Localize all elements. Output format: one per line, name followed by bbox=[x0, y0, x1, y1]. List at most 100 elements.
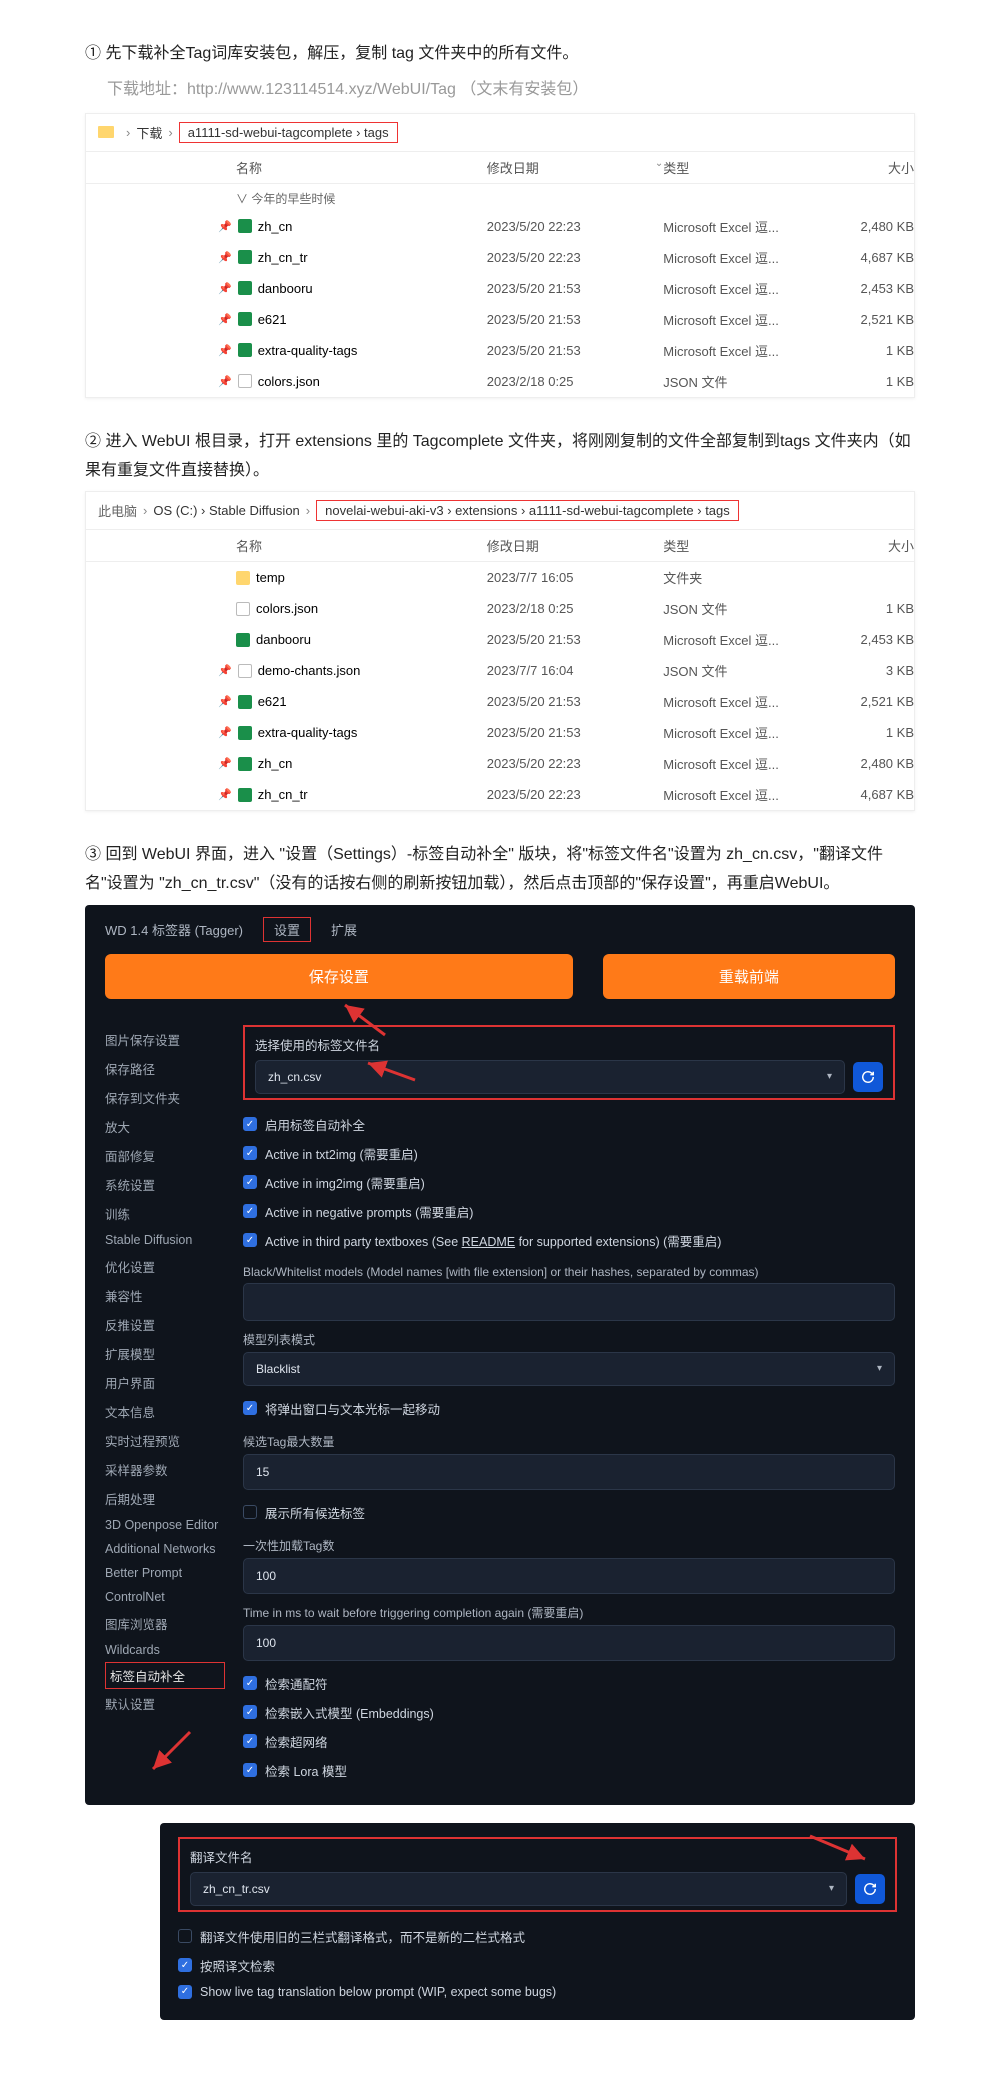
file-icon bbox=[238, 788, 252, 802]
refresh-button[interactable] bbox=[853, 1062, 883, 1092]
table-row[interactable]: 📌zh_cn_tr2023/5/20 22:23Microsoft Excel … bbox=[86, 779, 914, 810]
sidebar-item[interactable]: 采样器参数 bbox=[105, 1455, 225, 1484]
table-row[interactable]: 📌colors.json2023/2/18 0:25JSON 文件1 KB bbox=[86, 366, 914, 397]
sidebar-item[interactable]: Wildcards bbox=[105, 1638, 225, 1662]
checkbox-row[interactable]: 展示所有候选标签 bbox=[243, 1498, 895, 1527]
checkbox-row[interactable]: ✓Active in txt2img (需要重启) bbox=[243, 1139, 895, 1168]
checkbox-row[interactable]: ✓ 将弹出窗口与文本光标一起移动 bbox=[243, 1394, 895, 1423]
modellist-dropdown[interactable]: Blacklist ▾ bbox=[243, 1352, 895, 1386]
checkbox-row[interactable]: ✓ Active in third party textboxes (See R… bbox=[243, 1226, 895, 1255]
file-icon bbox=[238, 219, 252, 233]
crumb-left[interactable]: 下载 bbox=[136, 123, 162, 142]
readme-link[interactable]: README bbox=[462, 1235, 515, 1249]
crumb-root[interactable]: 此电脑 bbox=[98, 501, 137, 520]
sidebar-item[interactable]: 面部修复 bbox=[105, 1141, 225, 1170]
sidebar-item[interactable]: 放大 bbox=[105, 1112, 225, 1141]
file-type: Microsoft Excel 逗... bbox=[663, 341, 821, 360]
pin-icon: 📌 bbox=[218, 251, 232, 264]
sidebar-item[interactable]: Better Prompt bbox=[105, 1561, 225, 1585]
sidebar-item[interactable]: 兼容性 bbox=[105, 1281, 225, 1310]
col-date[interactable]: 修改日期 bbox=[487, 536, 663, 555]
checkbox-label: Active in img2img (需要重启) bbox=[265, 1173, 425, 1192]
col-name[interactable]: 名称 bbox=[236, 536, 487, 555]
crumb-mid[interactable]: OS (C:) › Stable Diffusion bbox=[153, 503, 299, 518]
sidebar-item[interactable]: ControlNet bbox=[105, 1585, 225, 1609]
col-date[interactable]: 修改日期⌄ bbox=[487, 158, 663, 177]
maxcand-input[interactable]: 15 bbox=[243, 1454, 895, 1490]
file-name: colors.json bbox=[258, 374, 320, 389]
tag-file-dropdown[interactable]: zh_cn.csv ▾ bbox=[255, 1060, 845, 1094]
checkbox-icon bbox=[178, 1929, 192, 1943]
checkbox-row[interactable]: ✓检索 Lora 模型 bbox=[243, 1756, 895, 1785]
sidebar-item[interactable]: 用户界面 bbox=[105, 1368, 225, 1397]
col-name[interactable]: 名称 bbox=[236, 158, 487, 177]
checkbox-row[interactable]: ✓检索嵌入式模型 (Embeddings) bbox=[243, 1698, 895, 1727]
sidebar-item[interactable]: 扩展模型 bbox=[105, 1339, 225, 1368]
group-header[interactable]: ∨ 今年的早些时候 bbox=[86, 184, 914, 211]
col-type[interactable]: 类型 bbox=[663, 158, 821, 177]
table-row[interactable]: danbooru2023/5/20 21:53Microsoft Excel 逗… bbox=[86, 624, 914, 655]
table-row[interactable]: colors.json2023/2/18 0:25JSON 文件1 KB bbox=[86, 593, 914, 624]
table-row[interactable]: 📌extra-quality-tags2023/5/20 21:53Micros… bbox=[86, 335, 914, 366]
sidebar-item[interactable]: 训练 bbox=[105, 1199, 225, 1228]
file-date: 2023/2/18 0:25 bbox=[487, 374, 663, 389]
sidebar-item[interactable]: 默认设置 bbox=[105, 1689, 225, 1718]
sidebar-item[interactable]: Additional Networks bbox=[105, 1537, 225, 1561]
crumb-text[interactable]: a1111-sd-webui-tagcomplete › tags bbox=[188, 125, 389, 140]
table-row[interactable]: temp2023/7/7 16:05文件夹 bbox=[86, 562, 914, 593]
checkbox-label: 将弹出窗口与文本光标一起移动 bbox=[265, 1399, 440, 1418]
pin-icon: 📌 bbox=[218, 726, 232, 739]
tab-tagger[interactable]: WD 1.4 标签器 (Tagger) bbox=[105, 920, 243, 939]
sidebar-item[interactable]: 实时过程预览 bbox=[105, 1426, 225, 1455]
file-date: 2023/5/20 21:53 bbox=[487, 694, 663, 709]
table-row[interactable]: 📌zh_cn2023/5/20 22:23Microsoft Excel 逗..… bbox=[86, 748, 914, 779]
checkbox-icon bbox=[243, 1505, 257, 1519]
blacklist-input[interactable] bbox=[243, 1283, 895, 1321]
checkbox-row[interactable]: ✓ Show live tag translation below prompt… bbox=[178, 1980, 897, 2004]
sidebar-item[interactable]: 保存路径 bbox=[105, 1054, 225, 1083]
sidebar-item[interactable]: 保存到文件夹 bbox=[105, 1083, 225, 1112]
checkbox-row[interactable]: ✓ 按照译文检索 bbox=[178, 1951, 897, 1980]
checkbox-row[interactable]: ✓启用标签自动补全 bbox=[243, 1110, 895, 1139]
col-type[interactable]: 类型 bbox=[663, 536, 821, 555]
col-size[interactable]: 大小 bbox=[821, 536, 914, 555]
tab-extensions[interactable]: 扩展 bbox=[331, 920, 357, 939]
file-icon bbox=[236, 633, 250, 647]
checkbox-row[interactable]: ✓检索通配符 bbox=[243, 1669, 895, 1698]
tag-file-section: 选择使用的标签文件名 zh_cn.csv ▾ bbox=[243, 1025, 895, 1100]
table-row[interactable]: 📌extra-quality-tags2023/5/20 21:53Micros… bbox=[86, 717, 914, 748]
checkbox-row[interactable]: ✓Active in negative prompts (需要重启) bbox=[243, 1197, 895, 1226]
sidebar-item[interactable]: 文本信息 bbox=[105, 1397, 225, 1426]
file-type: Microsoft Excel 逗... bbox=[663, 723, 821, 742]
table-row[interactable]: 📌e6212023/5/20 21:53Microsoft Excel 逗...… bbox=[86, 686, 914, 717]
sidebar-item[interactable]: 反推设置 bbox=[105, 1310, 225, 1339]
table-row[interactable]: 📌zh_cn_tr2023/5/20 22:23Microsoft Excel … bbox=[86, 242, 914, 273]
reload-ui-button[interactable]: 重载前端 bbox=[603, 954, 895, 999]
trans-dropdown[interactable]: zh_cn_tr.csv ▾ bbox=[190, 1872, 847, 1906]
sidebar-item[interactable]: 3D Openpose Editor bbox=[105, 1513, 225, 1537]
delay-input[interactable]: 100 bbox=[243, 1625, 895, 1661]
col-size[interactable]: 大小 bbox=[821, 158, 914, 177]
sidebar-item[interactable]: 后期处理 bbox=[105, 1484, 225, 1513]
table-row[interactable]: 📌zh_cn2023/5/20 22:23Microsoft Excel 逗..… bbox=[86, 211, 914, 242]
checkbox-row[interactable]: ✓检索超网络 bbox=[243, 1727, 895, 1756]
file-icon bbox=[236, 571, 250, 585]
onceload-input[interactable]: 100 bbox=[243, 1558, 895, 1594]
crumb-text[interactable]: novelai-webui-aki-v3 › extensions › a111… bbox=[325, 503, 730, 518]
step1-sub: 下载地址：http://www.123114514.xyz/WebUI/Tag … bbox=[107, 75, 915, 99]
table-row[interactable]: 📌demo-chants.json2023/7/7 16:04JSON 文件3 … bbox=[86, 655, 914, 686]
checkbox-row[interactable]: 翻译文件使用旧的三栏式翻译格式，而不是新的二栏式格式 bbox=[178, 1922, 897, 1951]
checkbox-row[interactable]: ✓Active in img2img (需要重启) bbox=[243, 1168, 895, 1197]
sidebar-item[interactable]: 系统设置 bbox=[105, 1170, 225, 1199]
tab-settings[interactable]: 设置 bbox=[263, 917, 311, 942]
sidebar-item[interactable]: 标签自动补全 bbox=[105, 1662, 225, 1689]
sidebar-item[interactable]: Stable Diffusion bbox=[105, 1228, 225, 1252]
refresh-button[interactable] bbox=[855, 1874, 885, 1904]
sidebar-item[interactable]: 图库浏览器 bbox=[105, 1609, 225, 1638]
sidebar-item[interactable]: 图片保存设置 bbox=[105, 1025, 225, 1054]
sidebar-item[interactable]: 优化设置 bbox=[105, 1252, 225, 1281]
table-row[interactable]: 📌e6212023/5/20 21:53Microsoft Excel 逗...… bbox=[86, 304, 914, 335]
table-row[interactable]: 📌danbooru2023/5/20 21:53Microsoft Excel … bbox=[86, 273, 914, 304]
save-settings-button[interactable]: 保存设置 bbox=[105, 954, 573, 999]
file-type: JSON 文件 bbox=[663, 372, 821, 391]
